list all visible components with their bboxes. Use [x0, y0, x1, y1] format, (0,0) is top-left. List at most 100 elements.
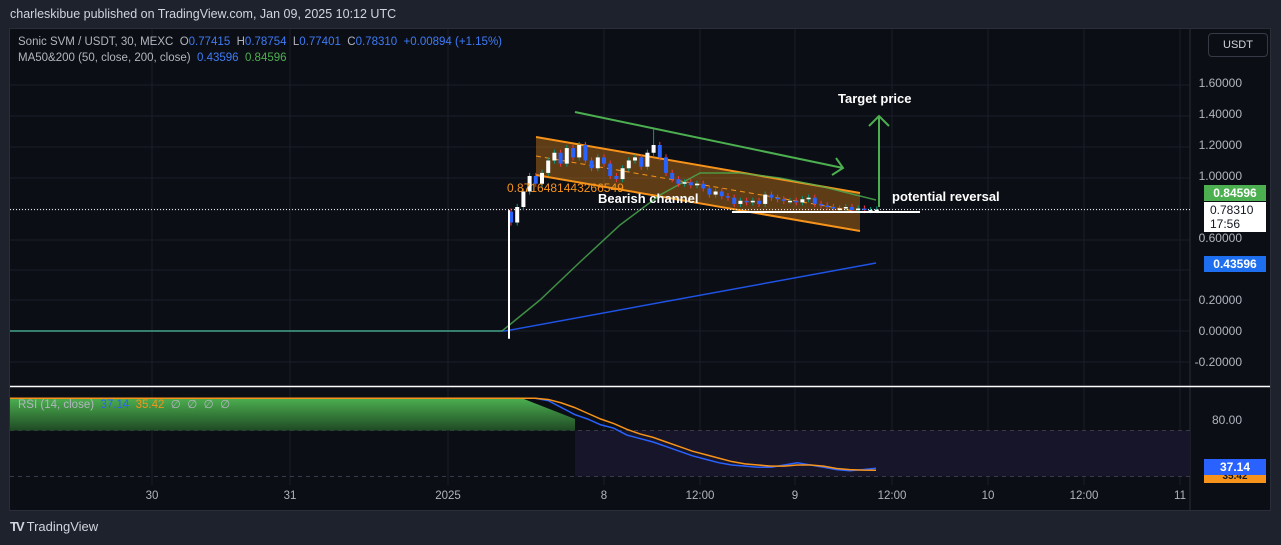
candle-body: [775, 197, 780, 200]
candle-body: [676, 179, 681, 184]
tradingview-logo[interactable]: TV TradingView: [10, 519, 98, 534]
candle-body: [744, 200, 749, 203]
candle-body: [602, 157, 606, 164]
candle-body: [589, 160, 594, 169]
candle-body: [843, 207, 848, 209]
candle-body: [620, 168, 625, 180]
ma200-price-tag: 0.43596: [1204, 256, 1266, 272]
candle-body: [682, 182, 687, 184]
rsi-band: [575, 430, 1190, 477]
bar-countdown: 17:56: [1210, 217, 1241, 231]
price-axis-tick: 1.00000: [1198, 169, 1242, 183]
time-axis-tick: 8: [600, 490, 608, 502]
target-price-label[interactable]: Target price: [838, 91, 911, 106]
price-axis-tick: 1.40000: [1198, 107, 1242, 121]
ma50-price-tag: 0.84596: [1204, 185, 1266, 201]
candle-body: [595, 157, 600, 169]
rsi-tick-80: 80.00: [1211, 413, 1242, 427]
candle-body: [707, 188, 712, 195]
price-axis-tick: -0.20000: [1194, 355, 1242, 369]
candle-body: [837, 208, 842, 211]
tradingview-logo-icon: TV: [10, 519, 25, 534]
low-value: 0.77401: [299, 36, 341, 48]
candle-body: [657, 145, 662, 158]
last-price: 0.78310: [1210, 203, 1254, 217]
currency-button[interactable]: USDT: [1208, 33, 1268, 57]
candle-body: [639, 157, 644, 167]
ma200-line: [10, 262, 877, 332]
candle-body: [726, 196, 730, 198]
candle-body: [794, 200, 799, 203]
time-axis-tick: 9: [791, 490, 799, 502]
candle-body: [614, 176, 619, 180]
candle-body: [750, 200, 755, 203]
candle-body: [831, 207, 836, 209]
candle-body: [825, 205, 830, 207]
candle-body: [626, 160, 631, 169]
price-axis-tick: 0.20000: [1198, 293, 1242, 307]
high-value: 0.78754: [244, 36, 287, 48]
candle-body: [738, 200, 743, 204]
candle-body: [812, 197, 817, 204]
time-axis-tick: 10: [981, 490, 995, 502]
candle-body: [558, 152, 563, 164]
ma200-value: 0.43596: [197, 52, 239, 64]
candle-body: [874, 209, 879, 212]
rsi-tag: 37.14: [1204, 459, 1266, 475]
change-value: +0.00894 (+1.15%): [403, 36, 503, 48]
price-axis-tick: 0.60000: [1198, 231, 1242, 245]
candle-body: [645, 152, 650, 167]
candle-body: [757, 200, 761, 204]
symbol-legend: Sonic SVM / USDT, 30, MEXC O0.77415 H0.7…: [18, 36, 503, 48]
candle-body: [719, 191, 724, 197]
candle-body: [819, 203, 823, 206]
candle-body: [633, 157, 637, 161]
candle-body: [763, 194, 768, 204]
time-axis-tick: 11: [1174, 490, 1186, 502]
candle-body: [515, 207, 520, 223]
rsi-value: 37.14: [100, 399, 130, 411]
time-axis-tick: 12:00: [685, 490, 715, 502]
candle-body: [800, 199, 805, 203]
candle-body: [713, 191, 718, 195]
potential-reversal-label[interactable]: potential reversal: [892, 189, 1000, 204]
candle-body: [583, 145, 588, 161]
candle-body: [701, 183, 706, 189]
time-axis-tick: 12:00: [877, 490, 907, 502]
candle-body: [781, 199, 786, 201]
rsi-ma-value: 35.42: [135, 399, 165, 411]
candle-body: [695, 183, 699, 186]
price-axis-tick: 0.00000: [1198, 324, 1242, 338]
rsi-name[interactable]: RSI (14, close): [18, 399, 94, 411]
symbol-name[interactable]: Sonic SVM / USDT, 30, MEXC: [18, 36, 173, 48]
time-axis-tick: 12:00: [1069, 490, 1099, 502]
rsi-legend: RSI (14, close) 37.14 35.42 ∅ ∅ ∅ ∅: [18, 399, 231, 411]
candle-body: [806, 197, 811, 200]
fib-level-label: 0.8716481443266549: [507, 181, 624, 195]
candle-body: [862, 208, 867, 211]
time-axis-tick: 30: [145, 490, 159, 502]
candle-body: [552, 152, 557, 161]
candle-body: [651, 145, 656, 153]
rsi-ma-tag: 35.42: [1204, 474, 1266, 483]
candle-body: [546, 160, 551, 173]
price-axis-tick: 1.20000: [1198, 138, 1242, 152]
ma-name[interactable]: MA50&200 (50, close, 200, close): [18, 52, 191, 64]
candle-body: [608, 163, 613, 176]
candle-body: [571, 148, 575, 158]
candle-body: [577, 145, 582, 158]
candle-body: [688, 182, 693, 186]
price-axis-tick: 1.60000: [1198, 76, 1242, 90]
candle-body: [564, 148, 569, 164]
candle-body: [769, 194, 774, 198]
last-price-tag: 0.78310 17:56: [1204, 202, 1266, 232]
candle-body: [732, 197, 737, 204]
close-value: 0.78310: [355, 36, 398, 48]
time-axis-tick: 31: [283, 490, 297, 502]
chart-canvas[interactable]: [0, 0, 1281, 545]
ma50-value: 0.84596: [244, 52, 287, 64]
ma-legend: MA50&200 (50, close, 200, close) 0.43596…: [18, 52, 287, 64]
candle-body: [664, 157, 668, 173]
time-axis-tick: 2025: [435, 490, 461, 502]
candle-body: [670, 172, 675, 180]
